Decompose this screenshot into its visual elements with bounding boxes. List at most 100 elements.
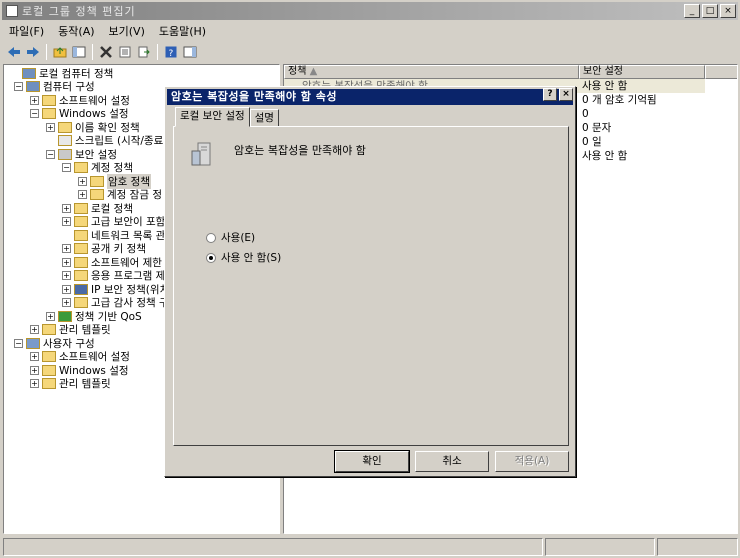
toolbar-separator <box>92 44 93 60</box>
tree-item-label: 스크립트 (시작/종료 <box>75 135 164 147</box>
expand-icon[interactable]: + <box>62 258 71 267</box>
expand-icon[interactable]: + <box>30 379 39 388</box>
back-icon[interactable] <box>6 44 22 60</box>
show-action-pane-icon[interactable] <box>182 44 198 60</box>
expand-icon[interactable]: + <box>62 285 71 294</box>
tree-item[interactable]: − 컴퓨터 구성 <box>14 80 95 93</box>
menu-file[interactable]: 파일(F) <box>2 23 51 39</box>
menu-help[interactable]: 도움말(H) <box>152 23 213 39</box>
setting-value: 0 <box>582 108 589 120</box>
apply-button[interactable]: 적용(A) <box>495 451 569 472</box>
tree-item[interactable]: + 고급 보안이 포함 <box>62 215 165 228</box>
computer-icon <box>26 81 40 92</box>
radio-enabled-label: 사용(E) <box>221 232 256 244</box>
folder-icon <box>74 257 88 268</box>
column-label-setting: 보안 설정 <box>583 66 623 77</box>
folder-icon <box>90 176 104 187</box>
forward-icon[interactable] <box>25 44 41 60</box>
expand-icon[interactable]: + <box>62 244 71 253</box>
app-icon <box>6 5 18 17</box>
setting-value: 0 문자 <box>582 122 612 134</box>
tree-item-label: 계정 정책 <box>91 162 133 174</box>
column-header-setting[interactable]: 보안 설정 <box>579 65 705 79</box>
folder-icon <box>74 243 88 254</box>
radio-enabled[interactable]: 사용(E) <box>206 230 255 245</box>
radio-disabled-dot[interactable] <box>206 252 216 263</box>
folder-icon <box>90 189 104 200</box>
expand-icon[interactable]: + <box>46 123 55 132</box>
delete-icon[interactable] <box>98 44 114 60</box>
tree-item[interactable]: + 관리 템플릿 <box>30 377 111 390</box>
radio-enabled-dot[interactable] <box>206 232 216 243</box>
tree-item[interactable]: + 응용 프로그램 제 <box>62 269 165 282</box>
dialog-title: 암호는 복잡성을 만족해야 함 속성 <box>167 89 573 105</box>
expand-icon[interactable]: + <box>62 271 71 280</box>
script-icon <box>58 135 72 146</box>
dialog-close-button[interactable]: × <box>559 88 573 101</box>
cancel-button[interactable]: 취소 <box>415 451 489 472</box>
tree-item[interactable]: + 공개 키 정책 <box>62 242 146 255</box>
chart-icon <box>58 311 72 322</box>
collapse-icon[interactable]: − <box>30 109 39 118</box>
network-icon <box>74 284 88 295</box>
tree-item[interactable]: + 소프트웨어 설정 <box>30 350 130 363</box>
radio-disabled[interactable]: 사용 안 함(S) <box>206 250 281 265</box>
tree-item[interactable]: − Windows 설정 <box>30 107 129 120</box>
status-panel-3 <box>657 538 738 556</box>
expand-icon[interactable]: + <box>62 298 71 307</box>
minimize-button[interactable]: _ <box>684 4 700 18</box>
tree-item[interactable]: + 관리 템플릿 <box>30 323 111 336</box>
svg-text:?: ? <box>169 49 174 58</box>
properties-dialog: 암호는 복잡성을 만족해야 함 속성 ? × 로컬 보안 설정 설명 암호는 복… <box>164 86 576 477</box>
tree-item-label: 계정 잠금 정 <box>107 189 162 201</box>
tab-explain[interactable]: 설명 <box>249 109 279 127</box>
show-hide-tree-icon[interactable] <box>71 44 87 60</box>
tree-item[interactable]: − 계정 정책 <box>62 161 133 174</box>
collapse-icon[interactable]: − <box>14 339 23 348</box>
expand-icon[interactable]: + <box>30 366 39 375</box>
properties-icon[interactable] <box>117 44 133 60</box>
folder-icon <box>74 297 88 308</box>
maximize-button[interactable]: □ <box>702 4 718 18</box>
expand-icon[interactable]: + <box>30 96 39 105</box>
expand-icon[interactable]: + <box>62 217 71 226</box>
tree-item-label: 컴퓨터 구성 <box>43 81 95 93</box>
collapse-icon[interactable]: − <box>14 82 23 91</box>
close-button[interactable]: × <box>720 4 736 18</box>
menu-view[interactable]: 보기(V) <box>102 23 152 39</box>
menu-action[interactable]: 동작(A) <box>51 23 101 39</box>
policy-name-label: 암호는 복잡성을 만족해야 함 <box>234 144 366 157</box>
expand-icon[interactable]: + <box>78 177 87 186</box>
tree-item-label: 고급 감사 정책 구 <box>91 297 169 309</box>
folder-icon <box>74 216 88 227</box>
dialog-help-button[interactable]: ? <box>543 88 557 101</box>
radio-disabled-label: 사용 안 함(S) <box>221 252 282 264</box>
tree-item[interactable]: 스크립트 (시작/종료 <box>46 134 163 147</box>
tree-item-label: 관리 템플릿 <box>59 324 111 336</box>
help-icon[interactable]: ? <box>163 44 179 60</box>
main-window: 로컬 그룹 정책 편집기 _ □ × 파일(F) 동작(A) 보기(V) 도움말… <box>0 0 740 558</box>
expand-icon[interactable]: + <box>30 352 39 361</box>
expand-icon[interactable]: + <box>62 204 71 213</box>
setting-value: 사용 안 함 <box>582 150 628 162</box>
toolbar-separator <box>157 44 158 60</box>
tree-item[interactable]: + 계정 잠금 정 <box>78 188 162 201</box>
expand-icon[interactable]: + <box>78 190 87 199</box>
export-list-icon[interactable] <box>136 44 152 60</box>
collapse-icon[interactable]: − <box>62 163 71 172</box>
column-header-empty <box>705 65 737 79</box>
tree-item[interactable]: + 고급 감사 정책 구 <box>62 296 169 309</box>
computer-icon <box>22 68 36 79</box>
ok-button[interactable]: 확인 <box>334 450 410 473</box>
title-bar: 로컬 그룹 정책 편집기 _ □ × <box>2 2 738 20</box>
folder-icon <box>74 162 88 173</box>
up-folder-icon[interactable] <box>52 44 68 60</box>
tab-local-security-setting[interactable]: 로컬 보안 설정 <box>175 107 250 127</box>
expand-icon[interactable]: + <box>46 312 55 321</box>
setting-value: 사용 안 함 <box>582 80 628 92</box>
tab-panel: 암호는 복잡성을 만족해야 함 사용(E) 사용 안 함(S) <box>173 126 569 446</box>
collapse-icon[interactable]: − <box>46 150 55 159</box>
column-header-policy[interactable]: 정책 ▲ <box>284 65 579 79</box>
folder-icon <box>42 324 56 335</box>
expand-icon[interactable]: + <box>30 325 39 334</box>
